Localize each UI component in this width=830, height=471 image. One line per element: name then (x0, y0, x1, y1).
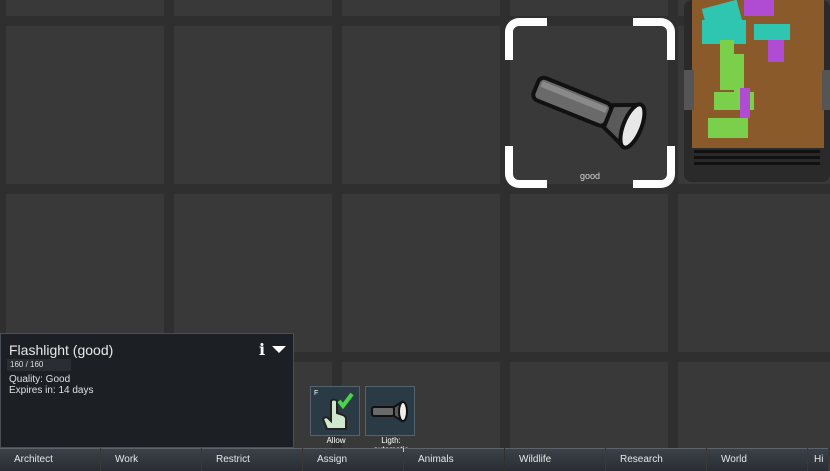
main-tab-bar: Architect Work Restrict Assign Animals W… (0, 448, 830, 471)
allow-button[interactable]: F Allow (310, 386, 360, 445)
tab-wildlife[interactable]: Wildlife (505, 448, 605, 471)
hand-allow-icon (321, 392, 354, 430)
flashlight-item[interactable] (522, 68, 662, 160)
tab-restrict[interactable]: Restrict (202, 448, 302, 471)
tab-animals[interactable]: Animals (404, 448, 504, 471)
inspect-pane: Flashlight (good) 160 / 160 Quality: Goo… (0, 333, 294, 448)
item-quality-label: good (579, 171, 601, 181)
tab-world[interactable]: World (707, 448, 807, 471)
tab-assign[interactable]: Assign (303, 448, 403, 471)
inspect-title: Flashlight (good) (9, 342, 114, 358)
inspect-details: Quality: Good Expires in: 14 days (9, 374, 94, 396)
tab-work[interactable]: Work (101, 448, 201, 471)
tab-architect[interactable]: Architect (0, 448, 100, 471)
flashlight-icon (371, 400, 408, 423)
expires-text: Expires in: 14 days (9, 385, 94, 396)
quality-text: Quality: Good (9, 374, 71, 385)
shelf-with-clothes[interactable] (684, 0, 830, 182)
tab-history[interactable]: Hi (808, 448, 828, 471)
tab-research[interactable]: Research (606, 448, 706, 471)
info-icon[interactable]: i (259, 340, 265, 359)
light-toggle-button[interactable]: Ligth: automatic (365, 386, 415, 454)
dropdown-arrow-icon[interactable] (272, 346, 286, 353)
hit-points-bar: 160 / 160 (7, 359, 71, 371)
gizmo-label-allow: Allow (326, 436, 346, 445)
